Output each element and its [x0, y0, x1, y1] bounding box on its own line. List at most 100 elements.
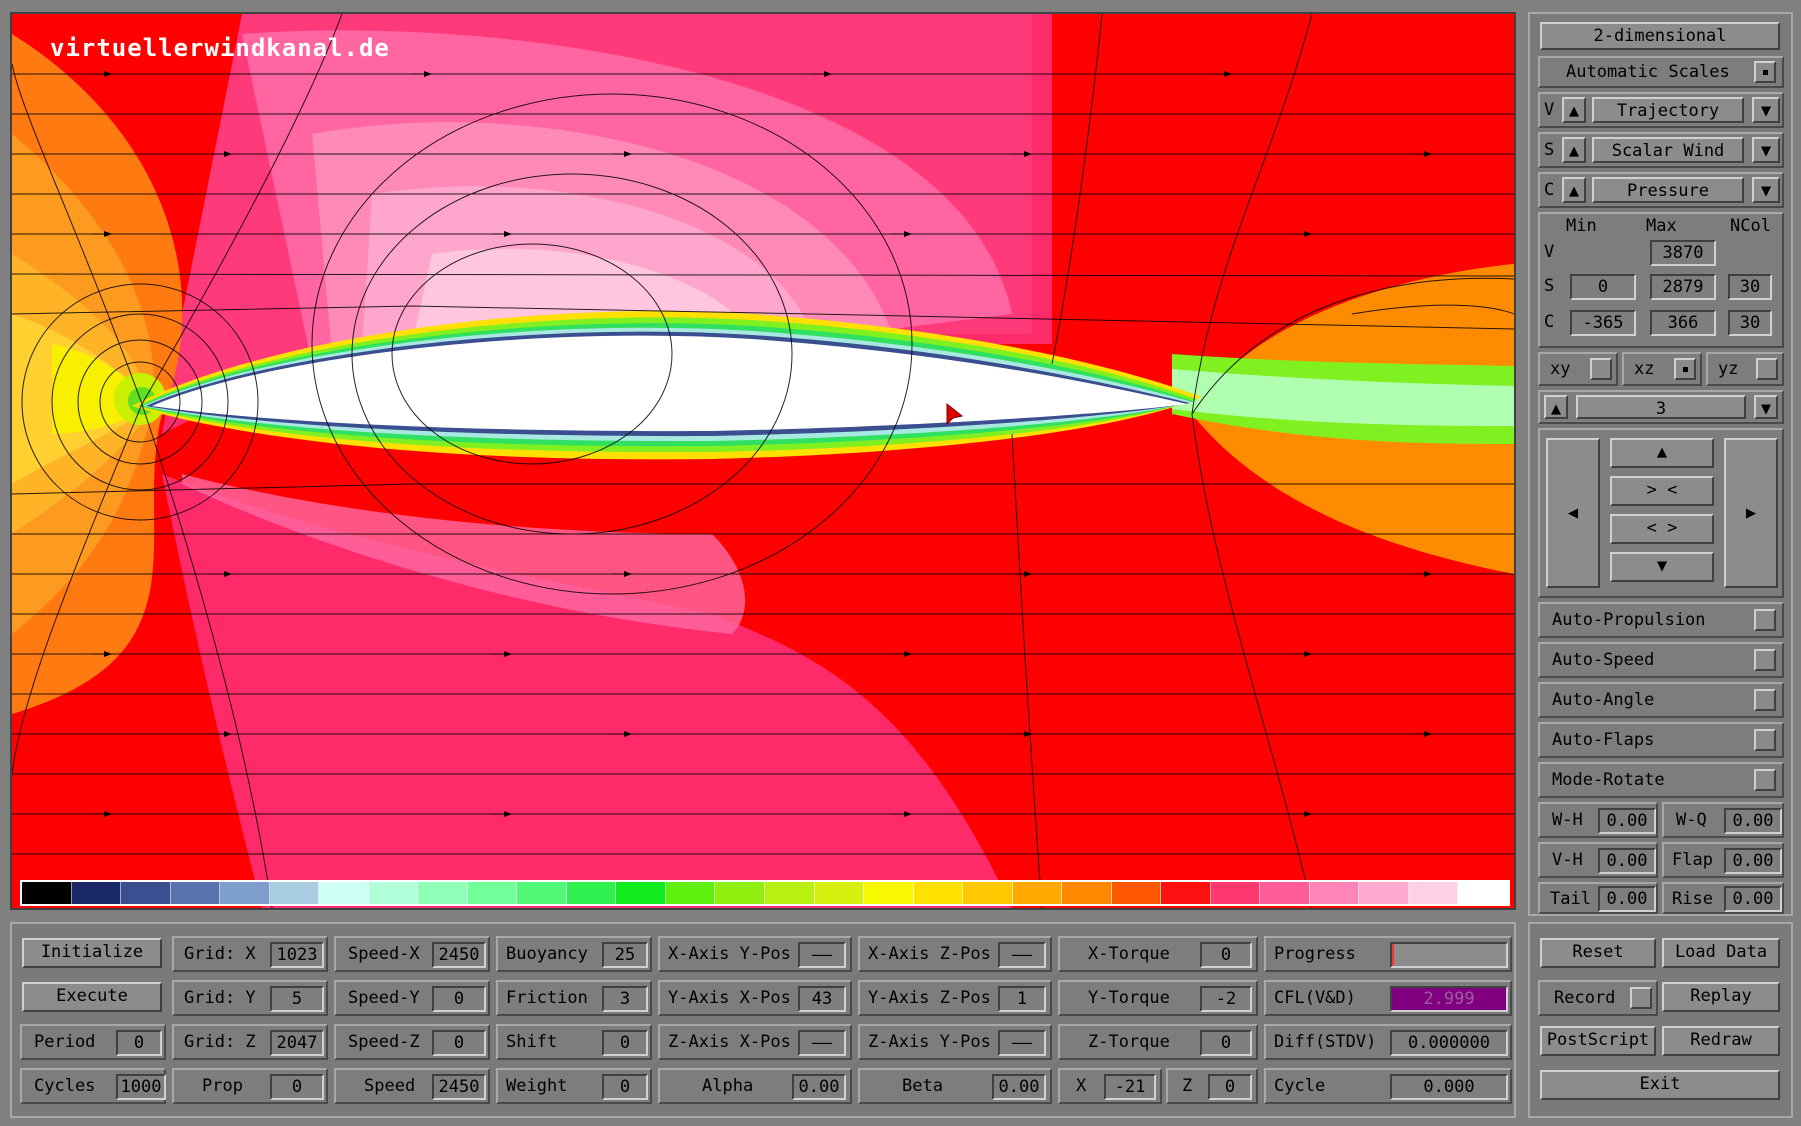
nav-zoom-in-button[interactable]: > < — [1610, 476, 1714, 506]
x-torque-group: X-Torque 0 — [1058, 936, 1258, 972]
auto-speed-checkbox[interactable] — [1754, 649, 1776, 671]
color-dropdown-arrow[interactable]: ▼ — [1752, 177, 1780, 203]
initialize-button[interactable]: Initialize — [22, 938, 162, 968]
vector-up-arrow[interactable]: ▲ — [1562, 97, 1586, 123]
min-header: Min — [1566, 216, 1597, 236]
replay-button[interactable]: Replay — [1662, 982, 1780, 1012]
nav-right-button[interactable]: ▶ — [1724, 438, 1778, 588]
wh-field[interactable]: 0.00 — [1598, 808, 1656, 834]
color-legend-swatch — [368, 882, 419, 904]
grid-z-field[interactable]: 2047 — [270, 1030, 324, 1056]
wq-field[interactable]: 0.00 — [1724, 808, 1782, 834]
nav-up-button[interactable]: ▲ — [1610, 438, 1714, 468]
auto-propulsion-checkbox[interactable] — [1754, 609, 1776, 631]
auto-propulsion-group: Auto-Propulsion — [1538, 602, 1784, 638]
xaxis-zpos-field[interactable]: —— — [998, 942, 1046, 968]
plane-xz-radio[interactable] — [1674, 358, 1696, 380]
scalar-dropdown-arrow[interactable]: ▼ — [1752, 137, 1780, 163]
x-torque-field[interactable]: 0 — [1200, 942, 1252, 968]
color-legend-swatch — [1309, 882, 1360, 904]
reset-button[interactable]: Reset — [1540, 938, 1656, 968]
z-torque-field[interactable]: 0 — [1200, 1030, 1252, 1056]
tail-label: Tail — [1550, 889, 1591, 909]
flow-visualization-canvas[interactable]: virtuellerwindkanal.de — [10, 12, 1516, 910]
friction-group: Friction 3 — [496, 980, 652, 1016]
vector-label: V — [1544, 100, 1555, 120]
color-legend-swatch — [269, 882, 320, 904]
buoyancy-field[interactable]: 25 — [602, 942, 648, 968]
tail-group: Tail 0.00 — [1538, 882, 1658, 914]
nav-left-button[interactable]: ◀ — [1546, 438, 1600, 588]
yaxis-xpos-field[interactable]: 43 — [798, 986, 846, 1012]
c-max-field[interactable]: 366 — [1650, 310, 1716, 336]
xaxis-ypos-field[interactable]: —— — [798, 942, 846, 968]
load-data-button[interactable]: Load Data — [1662, 938, 1780, 968]
slice-down-arrow[interactable]: ▼ — [1754, 395, 1778, 419]
vector-select-group: V ▲ Trajectory ▼ — [1538, 92, 1784, 128]
zaxis-ypos-field[interactable]: —— — [998, 1030, 1046, 1056]
tail-field[interactable]: 0.00 — [1598, 886, 1656, 912]
z-coord-field[interactable]: 0 — [1208, 1074, 1252, 1100]
grid-y-field[interactable]: 5 — [270, 986, 324, 1012]
flap-field[interactable]: 0.00 — [1724, 848, 1782, 874]
shift-field[interactable]: 0 — [602, 1030, 648, 1056]
grid-z-group: Grid: Z 2047 — [172, 1024, 328, 1060]
s-max-field[interactable]: 2879 — [1650, 274, 1716, 300]
auto-flaps-label: Auto-Flaps — [1552, 730, 1655, 750]
plane-xy-radio[interactable] — [1590, 358, 1612, 380]
rise-group: Rise 0.00 — [1662, 882, 1784, 914]
cycles-field[interactable]: 1000 — [116, 1074, 166, 1100]
plane-xy-group: xy — [1538, 352, 1618, 386]
c-ncol-field[interactable]: 30 — [1728, 310, 1772, 336]
v-max-field[interactable]: 3870 — [1650, 240, 1716, 266]
cycle-group: Cycle 0.000 — [1264, 1068, 1512, 1104]
auto-flaps-checkbox[interactable] — [1754, 729, 1776, 751]
s-ncol-field[interactable]: 30 — [1728, 274, 1772, 300]
speed-z-field[interactable]: 0 — [432, 1030, 486, 1056]
speed-field[interactable]: 2450 — [432, 1074, 486, 1100]
scalar-select[interactable]: Scalar Wind — [1592, 137, 1744, 163]
mode-rotate-checkbox[interactable] — [1754, 769, 1776, 791]
color-up-arrow[interactable]: ▲ — [1562, 177, 1586, 203]
max-header: Max — [1646, 216, 1677, 236]
period-field[interactable]: 0 — [116, 1030, 162, 1056]
weight-field[interactable]: 0 — [602, 1074, 648, 1100]
prop-field[interactable]: 0 — [270, 1074, 324, 1100]
alpha-field[interactable]: 0.00 — [792, 1074, 846, 1100]
exit-button[interactable]: Exit — [1540, 1070, 1780, 1100]
postscript-button[interactable]: PostScript — [1540, 1026, 1656, 1056]
yaxis-zpos-field[interactable]: 1 — [998, 986, 1046, 1012]
color-select[interactable]: Pressure — [1592, 177, 1744, 203]
plane-yz-radio[interactable] — [1756, 358, 1778, 380]
x-coord-label: X — [1076, 1076, 1087, 1096]
speed-y-field[interactable]: 0 — [432, 986, 486, 1012]
zaxis-xpos-field[interactable]: —— — [798, 1030, 846, 1056]
record-checkbox[interactable] — [1630, 987, 1652, 1009]
mode-2d-button[interactable]: 2-dimensional — [1540, 22, 1780, 50]
color-legend-swatch — [764, 882, 815, 904]
nav-zoom-out-button[interactable]: < > — [1610, 514, 1714, 544]
c-min-field[interactable]: -365 — [1570, 310, 1636, 336]
auto-scales-checkbox[interactable] — [1754, 61, 1776, 83]
vector-dropdown-arrow[interactable]: ▼ — [1752, 97, 1780, 123]
scale-row-v-label: V — [1544, 242, 1555, 262]
nav-down-button[interactable]: ▼ — [1610, 552, 1714, 582]
grid-x-field[interactable]: 1023 — [270, 942, 324, 968]
s-min-field[interactable]: 0 — [1570, 274, 1636, 300]
slice-up-arrow[interactable]: ▲ — [1544, 395, 1568, 419]
y-torque-field[interactable]: -2 — [1200, 986, 1252, 1012]
redraw-button[interactable]: Redraw — [1662, 1026, 1780, 1056]
scalar-up-arrow[interactable]: ▲ — [1562, 137, 1586, 163]
mode-rotate-group: Mode-Rotate — [1538, 762, 1784, 798]
vector-select[interactable]: Trajectory — [1592, 97, 1744, 123]
x-coord-field[interactable]: -21 — [1104, 1074, 1156, 1100]
slice-group: ▲ 3 ▼ — [1538, 390, 1784, 424]
execute-button[interactable]: Execute — [22, 982, 162, 1012]
vh-field[interactable]: 0.00 — [1598, 848, 1656, 874]
rise-field[interactable]: 0.00 — [1724, 886, 1782, 912]
friction-field[interactable]: 3 — [602, 986, 648, 1012]
slice-value[interactable]: 3 — [1576, 395, 1746, 419]
speed-x-field[interactable]: 2450 — [432, 942, 486, 968]
auto-angle-checkbox[interactable] — [1754, 689, 1776, 711]
beta-field[interactable]: 0.00 — [992, 1074, 1046, 1100]
